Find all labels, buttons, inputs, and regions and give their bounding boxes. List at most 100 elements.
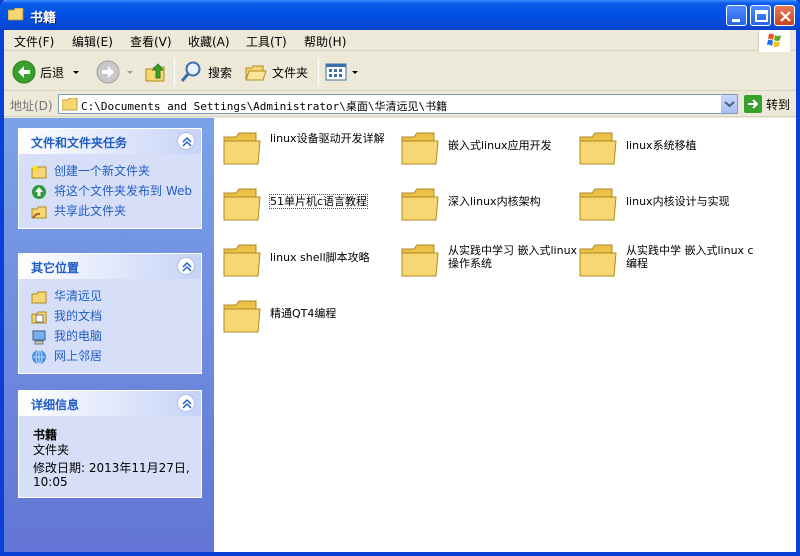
chevron-down-icon[interactable] — [70, 67, 82, 77]
place-link-my-computer[interactable]: 我的电脑 — [19, 327, 201, 347]
panel-title: 文件和文件夹任务 — [31, 136, 128, 150]
maximize-icon — [755, 10, 768, 22]
network-icon — [32, 349, 46, 365]
folder-icon — [223, 300, 261, 333]
place-label: 华清远见 — [54, 289, 103, 303]
folder-label: 51单片机c语言教程 — [268, 194, 369, 209]
toolbar-separator — [318, 58, 319, 86]
folder-icon — [62, 98, 78, 111]
close-button[interactable] — [774, 5, 795, 26]
address-label: 地址(D) — [10, 99, 53, 113]
detail-name: 书籍 — [33, 428, 58, 442]
collapse-button[interactable] — [177, 132, 195, 150]
task-label: 将这个文件夹发布到 Web — [54, 184, 192, 198]
folder-item[interactable]: 嵌入式linux应用开发 — [400, 126, 578, 182]
details-panel: 详细信息 书籍 文件夹 修改日期: 2013年11月27日, 10:05 — [18, 390, 202, 498]
folder-item[interactable]: linux shell脚本攻略 — [222, 238, 400, 294]
panel-header[interactable]: 文件和文件夹任务 — [19, 129, 201, 154]
place-link-network[interactable]: 网上邻居 — [19, 347, 201, 367]
place-link-huaqing[interactable]: 华清远见 — [19, 287, 201, 307]
folders-icon — [245, 65, 267, 81]
collapse-button[interactable] — [177, 257, 195, 275]
forward-button[interactable] — [96, 58, 136, 86]
up-folder-icon — [145, 63, 165, 82]
folder-icon — [31, 291, 47, 304]
panel-title: 其它位置 — [31, 261, 80, 275]
folder-item[interactable]: 从实践中学 嵌入式linux c编程 — [578, 238, 756, 294]
search-button[interactable]: 搜索 — [180, 58, 232, 86]
folder-icon — [579, 188, 617, 221]
menu-view[interactable]: 查看(V) — [130, 33, 172, 50]
window-title: 书籍 — [30, 11, 57, 26]
panel-title: 详细信息 — [31, 398, 80, 412]
chevron-down-icon[interactable] — [124, 67, 136, 77]
folder-item[interactable]: 从实践中学习 嵌入式linux操作系统 — [400, 238, 578, 294]
explorer-window: 书籍 文件(F) 编辑(E) 查看(V) 收藏(A) 工具(T) 帮助(H) 后… — [0, 0, 800, 556]
folder-label: 从实践中学习 嵌入式linux操作系统 — [448, 244, 578, 270]
folder-icon — [579, 244, 617, 277]
address-dropdown-button[interactable] — [720, 95, 737, 113]
folders-button[interactable]: 文件夹 — [244, 58, 308, 86]
up-folder-button[interactable] — [144, 58, 168, 86]
folder-icon — [401, 132, 439, 165]
task-pane: 文件和文件夹任务 创建一个新文件夹 将这个文件夹发布到 Web 共享此文件夹 其… — [4, 118, 214, 552]
folder-item[interactable]: linux内核设计与实现 — [578, 182, 756, 238]
folder-item[interactable]: 51单片机c语言教程 — [222, 182, 400, 238]
panel-header[interactable]: 详细信息 — [19, 391, 201, 416]
close-icon — [780, 11, 791, 22]
chevron-down-icon[interactable] — [350, 67, 360, 77]
menu-file[interactable]: 文件(F) — [14, 33, 54, 50]
share-folder-icon — [31, 206, 47, 219]
menu-tools[interactable]: 工具(T) — [246, 33, 287, 50]
folder-item[interactable]: 深入linux内核架构 — [400, 182, 578, 238]
search-icon — [180, 61, 201, 82]
maximize-button[interactable] — [750, 5, 771, 26]
forward-arrow-icon — [96, 60, 120, 84]
menu-edit[interactable]: 编辑(E) — [72, 33, 113, 50]
folder-label: 精通QT4编程 — [270, 307, 337, 320]
back-button[interactable]: 后退 — [12, 58, 82, 86]
go-button[interactable]: 转到 — [744, 95, 790, 113]
collapse-button[interactable] — [177, 394, 195, 412]
new-folder-link[interactable]: 创建一个新文件夹 — [19, 162, 201, 182]
new-folder-icon — [31, 165, 47, 179]
my-documents-icon — [31, 311, 47, 324]
panel-header[interactable]: 其它位置 — [19, 254, 201, 279]
folder-icon — [223, 132, 261, 165]
go-label: 转到 — [766, 97, 791, 112]
folder-label: linux内核设计与实现 — [626, 195, 730, 208]
place-link-my-documents[interactable]: 我的文档 — [19, 307, 201, 327]
my-computer-icon — [32, 330, 46, 345]
folder-item[interactable]: linux设备驱动开发详解 — [222, 126, 400, 182]
back-arrow-icon — [12, 60, 36, 84]
folder-item[interactable]: linux系统移植 — [578, 126, 756, 182]
address-input[interactable]: C:\Documents and Settings\Administrator\… — [58, 94, 738, 114]
windows-flag-icon — [767, 33, 781, 47]
toolbar-separator — [174, 58, 175, 86]
minimize-button[interactable] — [726, 5, 747, 26]
double-chevron-up-icon — [182, 398, 192, 409]
place-label: 我的电脑 — [54, 329, 103, 343]
folder-label: linux shell脚本攻略 — [270, 251, 370, 264]
views-button[interactable] — [324, 58, 360, 86]
share-folder-link[interactable]: 共享此文件夹 — [19, 202, 201, 222]
menu-favorites[interactable]: 收藏(A) — [188, 33, 230, 50]
folder-icon — [8, 8, 24, 21]
detail-modified: 修改日期: 2013年11月27日, 10:05 — [33, 461, 190, 489]
publish-web-icon — [32, 185, 46, 199]
address-bar: 地址(D) C:\Documents and Settings\Administ… — [4, 92, 796, 117]
publish-web-link[interactable]: 将这个文件夹发布到 Web — [19, 182, 201, 202]
minimize-icon — [732, 19, 740, 22]
address-path: C:\Documents and Settings\Administrator\… — [81, 100, 448, 113]
folder-item[interactable]: 精通QT4编程 — [222, 294, 400, 350]
windows-logo — [758, 30, 790, 52]
title-bar[interactable]: 书籍 — [0, 0, 800, 30]
task-label: 创建一个新文件夹 — [54, 164, 151, 178]
search-label: 搜索 — [208, 65, 233, 80]
double-chevron-up-icon — [182, 261, 192, 272]
task-label: 共享此文件夹 — [54, 204, 127, 218]
folder-icon — [401, 188, 439, 221]
menu-help[interactable]: 帮助(H) — [304, 33, 346, 50]
go-arrow-icon — [744, 95, 762, 113]
folder-view: linux设备驱动开发详解 嵌入式linux应用开发 linux系统移植 51单… — [214, 118, 796, 552]
